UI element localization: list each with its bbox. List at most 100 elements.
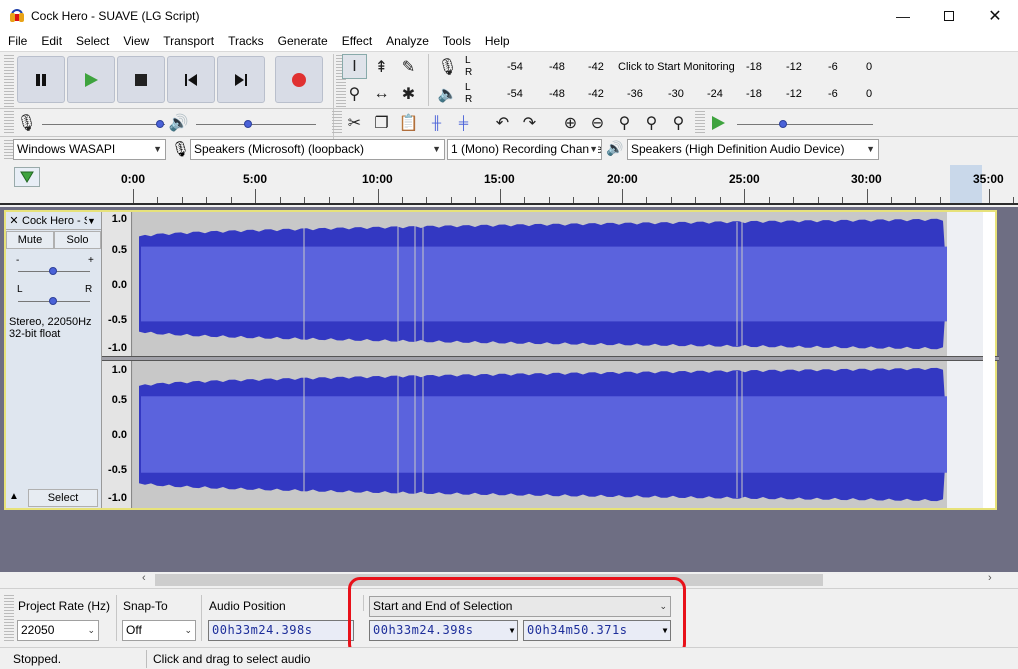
track-name-button[interactable]: Cock Hero - SUAVE	[22, 215, 87, 227]
project-rate-value: 22050	[21, 623, 55, 637]
selection-start-field[interactable]: 00h33m24.398s ▼	[369, 620, 518, 641]
menu-help[interactable]: Help	[478, 31, 517, 51]
vertical-scrollbar[interactable]	[983, 212, 995, 508]
redo-button[interactable]: ↷	[517, 110, 542, 135]
skip-to-end-button[interactable]	[217, 56, 265, 103]
meter-tick: -30	[668, 88, 684, 100]
paste-button[interactable]: 📋	[396, 110, 421, 135]
cut-button[interactable]: ✂	[342, 110, 367, 135]
audio-host-dropdown[interactable]: Windows WASAPI ▼	[13, 139, 166, 160]
recording-device-dropdown[interactable]: Speakers (Microsoft) (loopback) ▼	[190, 139, 445, 160]
transport-toolbar-grip[interactable]	[4, 55, 14, 107]
selection-tool-button[interactable]: I	[342, 54, 367, 79]
project-rate-dropdown[interactable]: 22050 ⌄	[17, 620, 99, 641]
menu-effect[interactable]: Effect	[335, 31, 379, 51]
playback-volume-thumb[interactable]	[244, 120, 252, 128]
menu-view[interactable]: View	[116, 31, 156, 51]
playback-meter-button[interactable]: 🔈	[435, 81, 460, 106]
maximize-button[interactable]	[926, 0, 972, 31]
track-panel[interactable]: ✕ Cock Hero - SUAVE ▼ Mute Solo - + L R …	[0, 207, 1018, 573]
record-meter[interactable]: -54 -48 -42 Click to Start Monitoring -1…	[476, 54, 878, 76]
menu-select[interactable]: Select	[69, 31, 116, 51]
menu-file[interactable]: File	[1, 31, 34, 51]
trim-audio-icon: ╫	[431, 115, 442, 130]
fit-project-button[interactable]: ⚲	[639, 110, 664, 135]
gain-slider-thumb[interactable]	[49, 267, 57, 275]
playback-meter[interactable]: -54 -48 -42 -36 -30 -24 -18 -12 -6 0	[476, 81, 878, 103]
audio-position-field[interactable]: 00h33m24.398s	[208, 620, 354, 641]
audio-track[interactable]: ✕ Cock Hero - SUAVE ▼ Mute Solo - + L R …	[4, 210, 999, 510]
scroll-right-arrow-icon[interactable]: ›	[988, 572, 992, 584]
chevron-down-icon: ▼	[589, 140, 598, 159]
close-button[interactable]: ✕	[972, 0, 1018, 31]
play-button[interactable]	[67, 56, 115, 103]
horizontal-scrollbar[interactable]: ‹ ›	[0, 572, 1018, 588]
pause-button[interactable]	[17, 56, 65, 103]
waveform-right-channel[interactable]	[133, 361, 983, 508]
selection-toolbar-grip[interactable]	[4, 595, 14, 641]
pan-right-label: R	[85, 284, 93, 295]
silence-button[interactable]: ╪	[451, 110, 476, 135]
playback-volume-slider[interactable]	[196, 124, 316, 125]
selection-mode-dropdown[interactable]: Start and End of Selection ⌄	[369, 596, 671, 617]
stop-button[interactable]	[117, 56, 165, 103]
minimize-button[interactable]: —	[880, 0, 926, 31]
scroll-left-arrow-icon[interactable]: ‹	[142, 572, 146, 584]
zoom-in-button[interactable]: ⊕	[558, 110, 583, 135]
play-at-speed-grip[interactable]	[695, 111, 705, 135]
undo-button[interactable]: ↶	[490, 110, 515, 135]
solo-button[interactable]: Solo	[54, 231, 101, 249]
playback-device-dropdown[interactable]: Speakers (High Definition Audio Device) ▼	[627, 139, 879, 160]
vertical-ruler-left-channel[interactable]: 1.0 0.5 0.0 -0.5 -1.0	[102, 212, 132, 356]
snap-to-dropdown[interactable]: Off ⌄	[122, 620, 196, 641]
record-meter-button[interactable]: 🎙	[435, 54, 460, 79]
menu-transport[interactable]: Transport	[156, 31, 221, 51]
zoom-tool-button[interactable]: ⚲	[342, 81, 367, 106]
track-menu-chevron-icon[interactable]: ▼	[87, 216, 101, 226]
fit-selection-button[interactable]: ⚲	[612, 110, 637, 135]
zoom-out-icon: ⊖	[590, 114, 605, 132]
menu-edit[interactable]: Edit	[34, 31, 69, 51]
trim-button[interactable]: ╫	[424, 110, 449, 135]
recording-channels-dropdown[interactable]: 1 (Mono) Recording Channel ▼	[447, 139, 602, 160]
zoom-toggle-button[interactable]: ⚲	[666, 110, 691, 135]
menu-analyze[interactable]: Analyze	[379, 31, 436, 51]
pan-slider-thumb[interactable]	[49, 297, 57, 305]
vertical-ruler-right-channel[interactable]: 1.0 0.5 0.0 -0.5 -1.0	[102, 361, 132, 508]
menu-tools[interactable]: Tools	[436, 31, 478, 51]
timeline-ruler[interactable]: 0:00 5:00 10:00 15:00 20:00 25:00 30:00 …	[0, 163, 1018, 205]
record-volume-thumb[interactable]	[156, 120, 164, 128]
waveform-left-channel[interactable]	[133, 212, 983, 356]
record-button[interactable]	[275, 56, 323, 103]
close-track-icon[interactable]: ✕	[6, 214, 22, 227]
draw-tool-button[interactable]: ✎	[396, 54, 421, 79]
mute-button[interactable]: Mute	[6, 231, 54, 249]
edit-toolbar-grip[interactable]	[332, 111, 342, 135]
chevron-down-icon[interactable]: ▼	[510, 621, 515, 640]
skip-to-start-button[interactable]	[167, 56, 215, 103]
chevron-down-icon[interactable]: ▼	[663, 621, 668, 640]
audio-host-value: Windows WASAPI	[17, 142, 116, 156]
collapse-track-icon[interactable]: ▲	[9, 491, 19, 502]
minimize-icon: —	[896, 7, 910, 24]
copy-button[interactable]: ❐	[369, 110, 394, 135]
horizontal-scroll-thumb[interactable]	[155, 574, 823, 586]
play-speed-slider[interactable]	[737, 124, 873, 125]
play-at-speed-button[interactable]	[705, 110, 730, 135]
mixer-toolbar-grip[interactable]	[4, 111, 14, 135]
record-volume-icon-button: 🎙	[14, 110, 39, 135]
select-track-button[interactable]: Select	[28, 489, 98, 507]
ruler-tick	[451, 197, 452, 203]
zoom-out-button[interactable]: ⊖	[585, 110, 610, 135]
record-volume-slider[interactable]	[42, 124, 165, 125]
multi-tool-button[interactable]: ✱	[396, 81, 421, 106]
play-speed-thumb[interactable]	[779, 120, 787, 128]
menu-generate[interactable]: Generate	[271, 31, 335, 51]
selection-end-field[interactable]: 00h34m50.371s ▼	[523, 620, 671, 641]
envelope-tool-button[interactable]: ⇞	[369, 54, 394, 79]
menu-tracks[interactable]: Tracks	[221, 31, 271, 51]
time-shift-tool-button[interactable]: ↔	[369, 81, 394, 106]
timeline-options-button[interactable]	[14, 167, 40, 187]
ruler-tick	[378, 189, 379, 203]
start-monitoring-text[interactable]: Click to Start Monitoring	[618, 61, 735, 73]
